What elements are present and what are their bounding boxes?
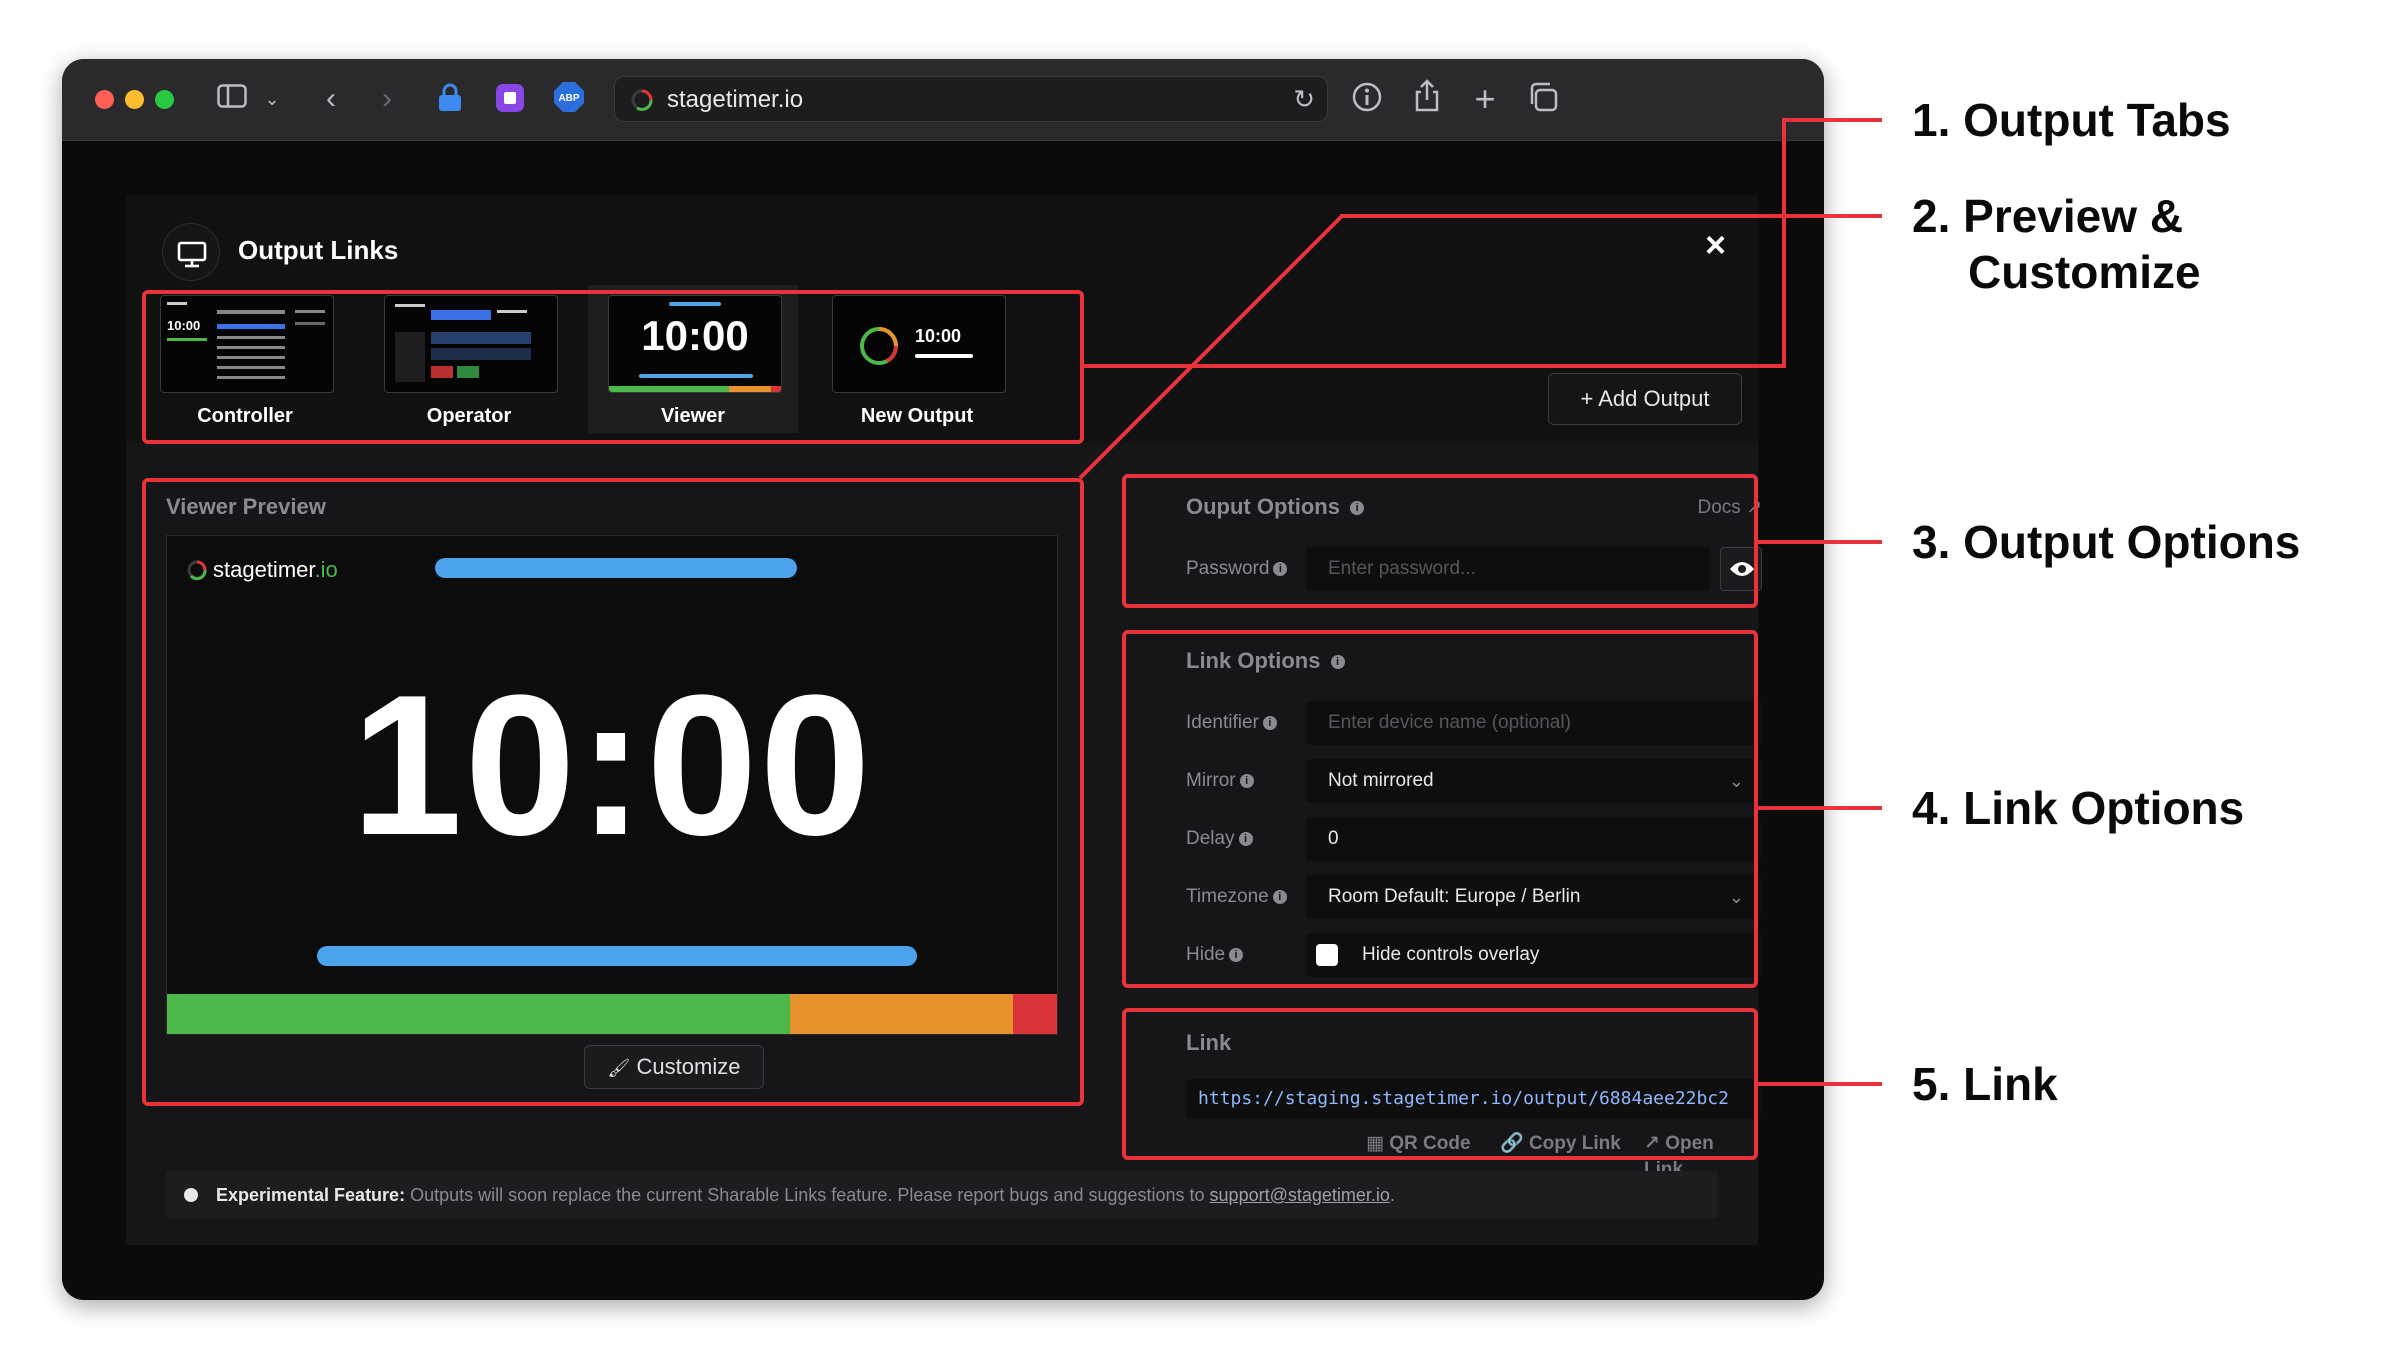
info-icon[interactable] <box>1350 81 1384 121</box>
address-bar[interactable]: stagetimer.io ↻ <box>614 76 1328 122</box>
adblock-plus-icon[interactable]: ABP <box>552 81 586 121</box>
monitor-icon <box>162 223 220 281</box>
share-icon[interactable] <box>1410 79 1444 119</box>
connector-output-tabs <box>1782 120 1786 368</box>
url-text: stagetimer.io <box>667 86 804 113</box>
annotation-link: 5. Link <box>1912 1058 2058 1110</box>
experimental-feature-banner: Experimental Feature: Outputs will soon … <box>166 1171 1718 1219</box>
new-tab-icon[interactable]: + <box>1470 79 1500 119</box>
annotation-box-preview <box>142 478 1084 1106</box>
window-zoom-button[interactable] <box>155 90 174 109</box>
chevron-down-icon[interactable]: ⌄ <box>262 79 282 119</box>
tab-overview-icon[interactable] <box>1526 81 1560 121</box>
annotation-box-link-options <box>1122 630 1758 988</box>
reload-icon[interactable]: ↻ <box>1293 83 1315 115</box>
info-icon <box>184 1188 198 1202</box>
lock-extension-icon[interactable] <box>434 83 466 123</box>
sidebar-toggle-icon[interactable] <box>214 79 250 119</box>
extension-purple-icon[interactable] <box>494 83 526 123</box>
window-minimize-button[interactable] <box>125 90 144 109</box>
annotation-box-output-options <box>1122 474 1758 608</box>
connector-link <box>1758 1082 1882 1086</box>
connector-link-options <box>1758 806 1882 810</box>
site-favicon-icon <box>629 87 655 118</box>
connector-output-tabs <box>1782 118 1882 122</box>
annotation-preview-customize-line1: 2. Preview & <box>1912 190 2184 242</box>
close-icon[interactable]: × <box>1705 225 1726 265</box>
browser-toolbar: ⌄ ‹ › ABP stagetimer.io ↻ + <box>62 59 1824 141</box>
back-icon[interactable]: ‹ <box>316 79 346 119</box>
annotation-box-link <box>1122 1008 1758 1160</box>
modal-title: Output Links <box>238 235 399 265</box>
annotation-link-options: 4. Link Options <box>1912 782 2245 834</box>
annotation-output-options: 3. Output Options <box>1912 516 2301 568</box>
connector-preview-diagonal <box>1078 214 1344 480</box>
connector-preview <box>1340 214 1882 218</box>
annotation-output-tabs: 1. Output Tabs <box>1912 94 2231 146</box>
support-email-link[interactable]: support@stagetimer.io <box>1210 1185 1390 1205</box>
annotation-box-output-tabs <box>142 290 1084 444</box>
forward-icon[interactable]: › <box>372 79 402 119</box>
add-output-button[interactable]: + Add Output <box>1548 373 1742 425</box>
connector-output-options <box>1758 540 1882 544</box>
annotation-preview-customize-line2: Customize <box>1968 246 2201 298</box>
window-close-button[interactable] <box>95 90 114 109</box>
svg-text:ABP: ABP <box>558 93 579 104</box>
